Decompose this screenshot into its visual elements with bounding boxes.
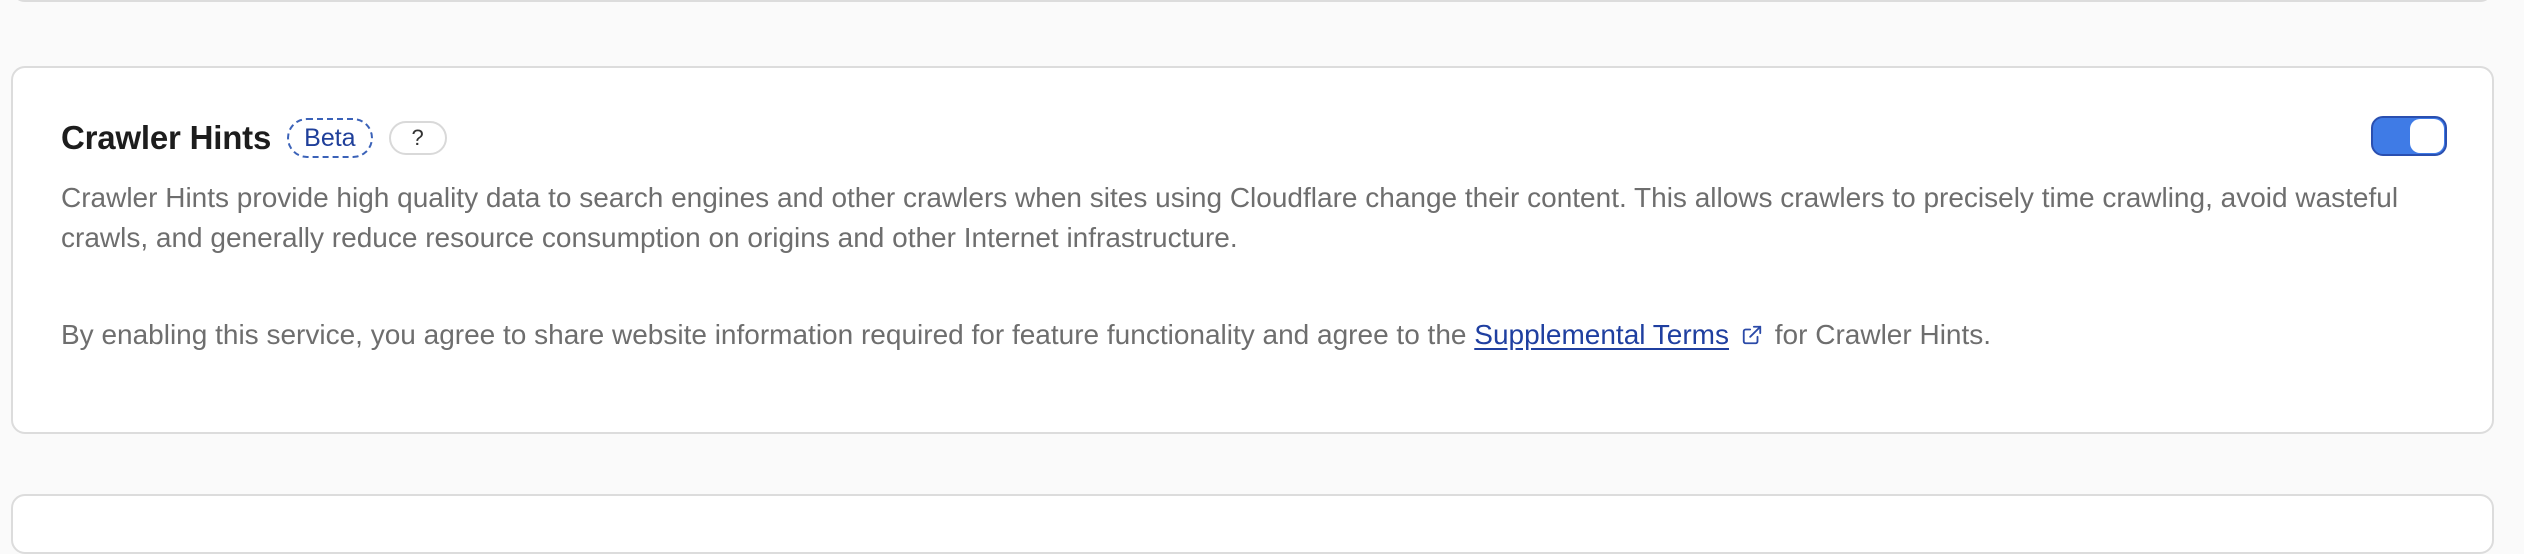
card-description: Crawler Hints provide high quality data … <box>61 182 2399 253</box>
agreement-prefix: By enabling this service, you agree to s… <box>61 319 1467 350</box>
toggle-knob <box>2410 119 2444 153</box>
card-title: Crawler Hints <box>61 119 272 156</box>
next-card <box>11 494 2494 554</box>
agreement-suffix: for Crawler Hints. <box>1774 319 1992 350</box>
crawler-hints-toggle[interactable] <box>2371 116 2447 156</box>
supplemental-terms-link[interactable]: Supplemental Terms <box>1474 319 1729 350</box>
agreement-text: By enabling this service, you agree to s… <box>61 315 1991 357</box>
card-header: Crawler Hints Beta ? <box>61 114 447 162</box>
beta-badge: Beta <box>287 118 373 158</box>
help-button[interactable]: ? <box>388 121 447 155</box>
external-link-icon <box>1741 317 1763 357</box>
previous-card <box>11 0 2494 2</box>
crawler-hints-card: Crawler Hints Beta ? Crawler Hints provi… <box>11 66 2494 434</box>
